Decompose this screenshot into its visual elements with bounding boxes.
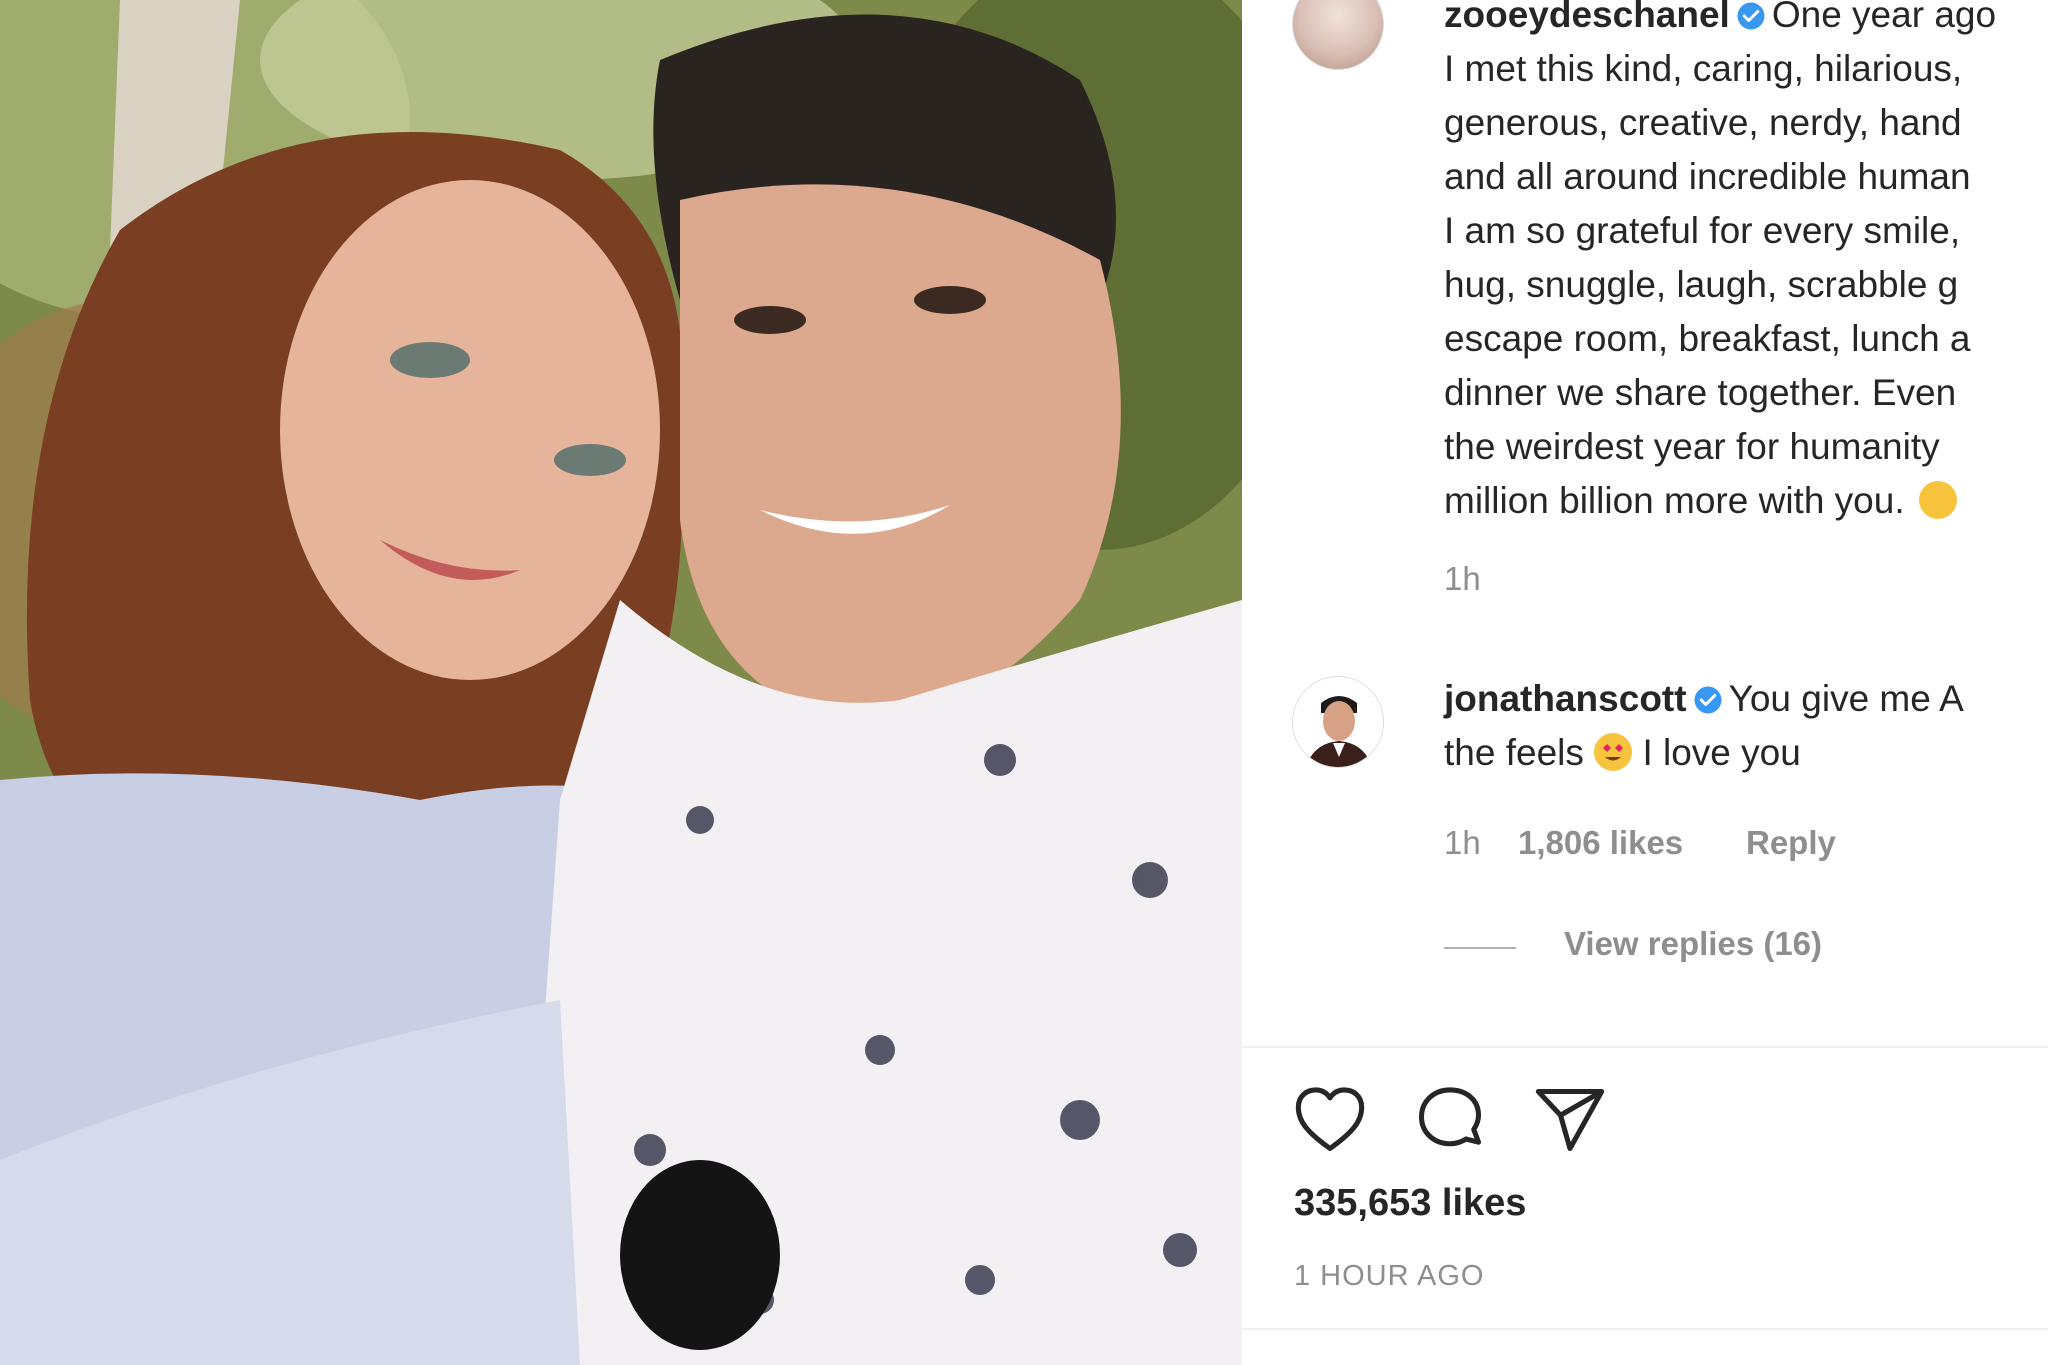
post-likes[interactable]: 335,653 likes xyxy=(1294,1182,1526,1225)
smiling-hearts-emoji-icon xyxy=(1918,481,1957,519)
paper-plane-icon[interactable] xyxy=(1532,1082,1608,1158)
comment-likes[interactable]: 1,806 likes xyxy=(1518,824,1683,862)
comment-username[interactable]: jonathanscott xyxy=(1444,678,1687,719)
comment: jonathanscott You give me A the feels I l… xyxy=(1444,672,2048,780)
reply-button[interactable]: Reply xyxy=(1746,824,1836,862)
verified-badge-icon xyxy=(1694,686,1722,714)
selfie-image xyxy=(0,0,1242,1365)
commenter-avatar[interactable] xyxy=(1292,676,1384,768)
section-divider xyxy=(1242,1046,2048,1048)
heart-icon[interactable] xyxy=(1292,1082,1368,1158)
caption-username[interactable]: zooeydeschanel xyxy=(1444,0,1730,35)
post-photo[interactable] xyxy=(0,0,1242,1365)
caption-body: I met this kind, caring, hilarious, gene… xyxy=(1444,48,1971,521)
author-avatar[interactable] xyxy=(1292,0,1384,70)
commenter-photo xyxy=(1293,677,1383,767)
comment-text-part1: You give me A xyxy=(1728,678,1964,719)
heart-eyes-emoji-icon xyxy=(1594,733,1633,771)
post-caption: zooeydeschanel One year ago I met this ki… xyxy=(1444,0,2048,528)
comment-bubble-icon[interactable] xyxy=(1412,1082,1488,1158)
post-details-panel: zooeydeschanel One year ago I met this ki… xyxy=(1242,0,2048,1365)
post-timestamp[interactable]: 1 HOUR AGO xyxy=(1294,1260,1485,1293)
caption-time[interactable]: 1h xyxy=(1444,560,1481,598)
comment-time[interactable]: 1h xyxy=(1444,824,1481,862)
footer-divider xyxy=(1242,1328,2048,1330)
comment-text-part3: I love you xyxy=(1642,732,1801,773)
replies-divider xyxy=(1444,947,1516,949)
comment-text-part2: the feels xyxy=(1444,732,1584,773)
caption-intro: One year ago xyxy=(1771,0,1997,35)
view-replies-button[interactable]: View replies (16) xyxy=(1564,925,1822,963)
verified-badge-icon xyxy=(1737,2,1765,30)
